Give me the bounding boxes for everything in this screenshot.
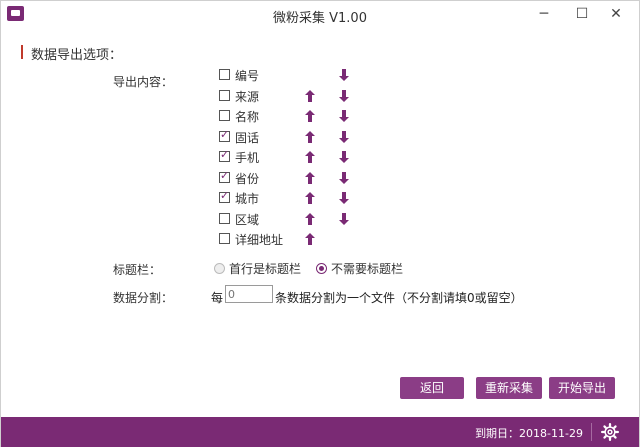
recollect-button[interactable]: 重新采集: [476, 377, 542, 399]
field-label[interactable]: 名称: [235, 108, 259, 125]
close-button[interactable]: ✕: [601, 3, 631, 25]
field-checkbox[interactable]: [219, 148, 230, 162]
move-down-arrow-icon[interactable]: [339, 212, 349, 225]
split-prefix-text: 每: [211, 291, 224, 305]
move-up-arrow-icon[interactable]: [305, 212, 315, 225]
field-label[interactable]: 来源: [235, 88, 259, 105]
move-down-arrow-icon[interactable]: [339, 171, 349, 184]
status-divider: [591, 423, 592, 441]
field-checkbox[interactable]: [219, 233, 230, 244]
move-down-arrow-icon[interactable]: [339, 110, 349, 122]
move-up-arrow-icon[interactable]: [305, 151, 315, 163]
maximize-button[interactable]: ☐: [567, 3, 597, 25]
field-checkbox[interactable]: [219, 69, 230, 80]
field-checkbox[interactable]: [219, 128, 230, 142]
start-export-button[interactable]: 开始导出: [549, 377, 615, 399]
field-label[interactable]: 区域: [235, 211, 259, 228]
field-checkbox[interactable]: [219, 89, 230, 101]
move-down-arrow-icon[interactable]: [339, 130, 349, 143]
move-up-arrow-icon[interactable]: [305, 233, 315, 245]
split-count-input[interactable]: [225, 285, 273, 303]
move-down-arrow-icon[interactable]: [339, 69, 349, 81]
radio-header-first-row[interactable]: [214, 263, 225, 274]
radio-no-header-label[interactable]: 不需要标题栏: [331, 260, 403, 277]
title-row-label: 标题栏：: [113, 263, 162, 277]
section-accent-bar: [21, 45, 23, 59]
split-label: 数据分割：: [113, 291, 174, 305]
move-down-arrow-icon[interactable]: [339, 89, 349, 102]
export-content-label: 导出内容：: [113, 75, 174, 89]
expiry-date: 到期日：2018-11-29: [475, 427, 583, 440]
move-up-arrow-icon[interactable]: [305, 89, 315, 102]
back-button[interactable]: 返回: [400, 377, 464, 399]
radio-header-first-row-label[interactable]: 首行是标题栏: [229, 260, 301, 277]
section-title: 数据导出选项：: [31, 48, 123, 63]
radio-no-header[interactable]: [316, 263, 327, 274]
title-bar: 微粉采集 V1.00 ─ ☐ ✕: [1, 1, 639, 29]
move-down-arrow-icon[interactable]: [339, 151, 349, 163]
field-checkbox[interactable]: [219, 110, 230, 121]
move-up-arrow-icon[interactable]: [305, 171, 315, 184]
move-up-arrow-icon[interactable]: [305, 110, 315, 122]
move-up-arrow-icon[interactable]: [305, 130, 315, 143]
status-bar: 到期日：2018-11-29: [1, 417, 639, 447]
move-down-arrow-icon[interactable]: [339, 192, 349, 204]
move-up-arrow-icon[interactable]: [305, 192, 315, 204]
app-window: 微粉采集 V1.00 ─ ☐ ✕ 数据导出选项： 导出内容： 编号来源名称固话手…: [0, 0, 640, 447]
field-checkbox[interactable]: [219, 212, 230, 224]
minimize-button[interactable]: ─: [529, 3, 559, 25]
field-label[interactable]: 固话: [235, 129, 259, 146]
split-suffix-text: 条数据分割为一个文件（不分割请填0或留空）: [275, 291, 523, 305]
field-checkbox[interactable]: [219, 169, 230, 183]
field-label[interactable]: 详细地址: [235, 231, 283, 248]
field-label[interactable]: 城市: [235, 190, 259, 207]
field-checkbox[interactable]: [219, 189, 230, 203]
settings-gear-icon[interactable]: [601, 423, 619, 441]
field-label[interactable]: 省份: [235, 170, 259, 187]
field-label[interactable]: 手机: [235, 149, 259, 166]
field-label[interactable]: 编号: [235, 67, 259, 84]
